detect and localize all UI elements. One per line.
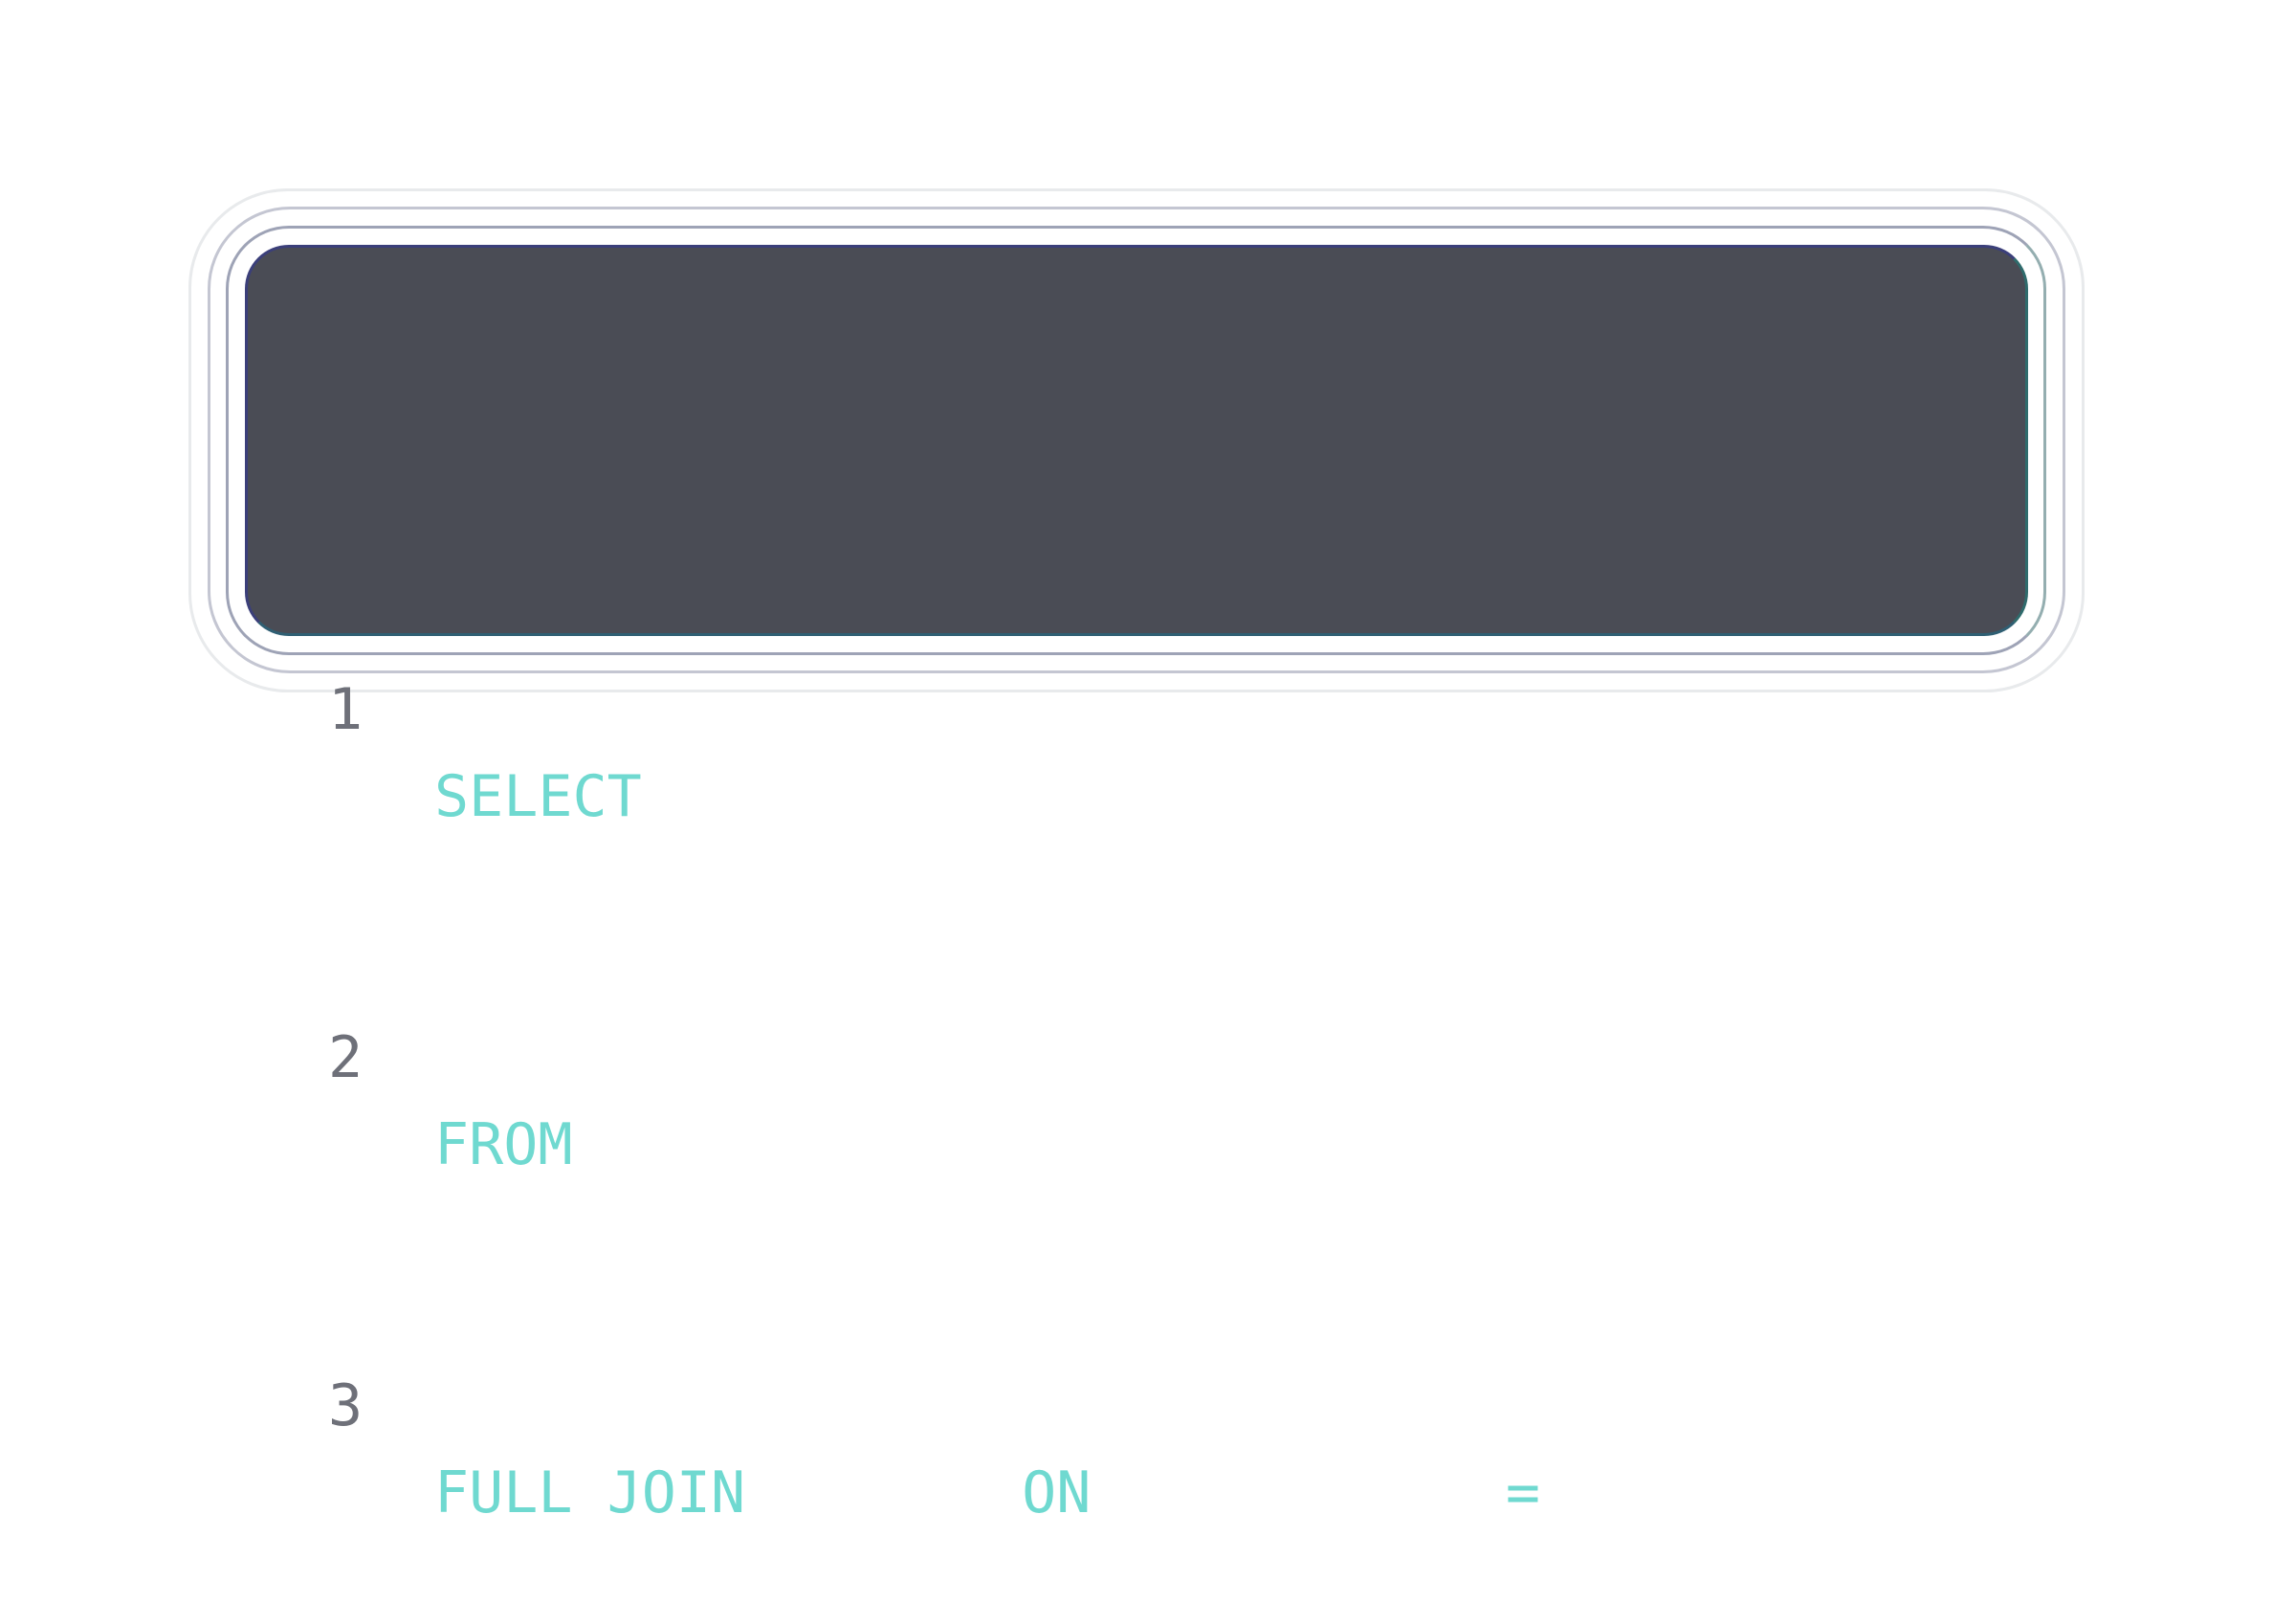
identifier-token: [573, 1459, 607, 1526]
line-number: 3: [328, 1372, 364, 1439]
identifier-token: TableA.Key: [1091, 1459, 1506, 1526]
keyword-token: FROM: [434, 1111, 573, 1178]
identifier-token: TableB: [745, 1459, 1023, 1526]
line-number: 2: [328, 1024, 364, 1091]
keyword-token: SELECT: [434, 763, 642, 830]
code-snippet-frame: 1 SELECT TableA.Column_A, TableB.Column_…: [0, 0, 2273, 1526]
keyword-token: JOIN: [607, 1459, 746, 1526]
identifier-token: TableA.Column_A, TableB.Column_B: [641, 763, 1782, 830]
keyword-token: FULL: [434, 1459, 573, 1526]
identifier-token: TableA: [572, 1111, 815, 1178]
line-source: FROM TableA: [434, 1102, 814, 1189]
keyword-token: ON: [1022, 1459, 1092, 1526]
operator-token: =: [1505, 1459, 1540, 1526]
code-lines: 1 SELECT TableA.Column_A, TableB.Column_…: [248, 318, 2025, 1624]
line-source: SELECT TableA.Column_A, TableB.Column_B: [434, 754, 1782, 841]
code-line-2: 2 FROM TableA: [248, 928, 2025, 1178]
line-number: 1: [328, 676, 364, 743]
code-line-3: 3 FULL JOIN TableB ON TableA.Key = Table…: [248, 1276, 2025, 1526]
identifier-token: TableB.Key;: [1539, 1459, 1955, 1526]
code-block: 1 SELECT TableA.Column_A, TableB.Column_…: [245, 245, 2028, 1526]
code-line-1: 1 SELECT TableA.Column_A, TableB.Column_…: [248, 580, 2025, 830]
line-source: FULL JOIN TableB ON TableA.Key = TableB.…: [434, 1450, 1954, 1537]
